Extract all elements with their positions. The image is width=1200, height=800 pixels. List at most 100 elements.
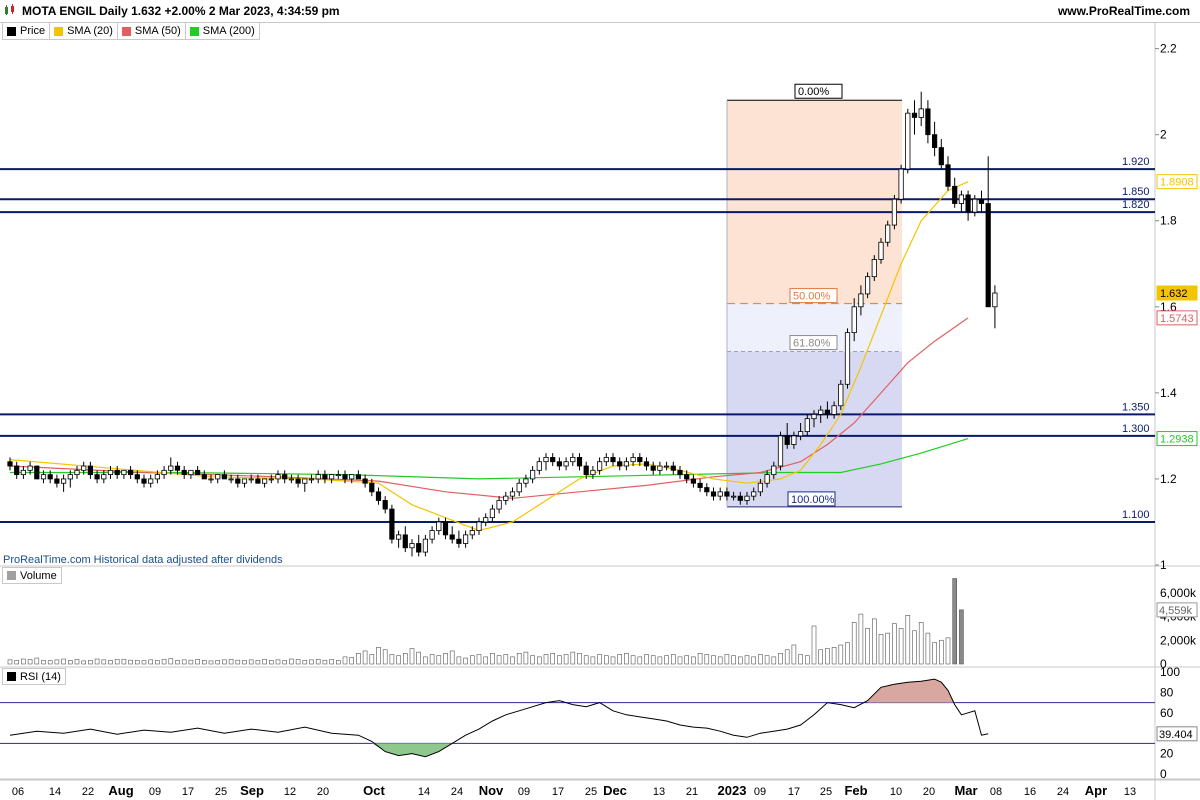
x-tick-label-Nov: Nov: [479, 783, 504, 798]
candle-body: [47, 474, 53, 480]
candle-body: [81, 465, 87, 471]
candle: [918, 91, 924, 127]
candle: [657, 461, 663, 475]
volume-bar: [610, 656, 616, 665]
axis-marker-1.2938: 1.2938: [1160, 434, 1194, 446]
volume-bar: [215, 660, 220, 665]
candle-body: [181, 469, 187, 476]
volume-bar: [469, 655, 475, 665]
volume-bar: [670, 654, 676, 665]
x-tick-label-13: 13: [653, 786, 665, 798]
axis-marker-1.5743: 1.5743: [1160, 313, 1194, 325]
x-tick-label-Sep: Sep: [240, 783, 264, 798]
price-tick-label-2: 2: [1160, 128, 1167, 142]
candle: [543, 453, 549, 471]
volume-bar: [490, 653, 495, 665]
volume-bar: [892, 623, 897, 665]
candle-body: [174, 465, 181, 471]
candle: [690, 474, 697, 488]
candle-body: [824, 409, 831, 415]
volume-bar: [925, 632, 931, 665]
candle-body: [978, 198, 985, 204]
volume-bar: [617, 654, 623, 665]
volume-bar: [945, 637, 951, 665]
candle-body: [556, 461, 563, 467]
x-tick-label-13: 13: [1124, 786, 1136, 798]
x-tick-label-10: 10: [890, 786, 902, 798]
volume-bar: [691, 656, 696, 665]
volume-bar: [557, 655, 562, 665]
candle-body: [375, 491, 382, 501]
volume-bar: [423, 656, 428, 665]
candle: [985, 156, 991, 308]
candle-body: [670, 465, 676, 471]
candle: [965, 190, 971, 221]
candle: [87, 461, 93, 479]
candle-body: [442, 521, 449, 536]
candle-body: [228, 478, 234, 481]
volume-bar: [34, 657, 40, 665]
x-tick-label-09: 09: [149, 786, 161, 798]
volume-bar: [27, 659, 33, 665]
candle: [328, 474, 335, 484]
x-tick-label-09: 09: [518, 786, 530, 798]
candle: [402, 526, 408, 553]
candle-body: [201, 474, 207, 480]
volume-bar: [356, 653, 361, 665]
volume-bar: [181, 659, 187, 665]
candle-body: [731, 495, 737, 498]
volume-bar: [530, 655, 535, 665]
chart-canvas[interactable]: 0.00%50.00%61.80%100.00%1.9201.8501.8201…: [0, 0, 1200, 800]
candle-body: [248, 478, 254, 481]
x-tick-label-Mar: Mar: [954, 783, 977, 798]
candle: [496, 496, 502, 514]
volume-bar: [68, 660, 73, 665]
volume-bar: [583, 655, 589, 665]
volume-bar: [865, 628, 870, 665]
candle-body: [891, 198, 898, 226]
volume-panel-label[interactable]: Volume: [2, 567, 62, 584]
candle-body: [530, 469, 536, 480]
candle-body: [7, 461, 13, 467]
candle-body: [349, 474, 355, 480]
candle-body: [134, 474, 140, 480]
rsi-panel-label[interactable]: RSI (14): [2, 668, 66, 685]
price-tick-label-1.8: 1.8: [1160, 214, 1177, 228]
volume-bar: [791, 644, 797, 665]
candle-body: [844, 332, 851, 385]
volume-bar: [21, 658, 26, 665]
volume-bar: [248, 659, 254, 665]
candle-body: [878, 241, 884, 260]
volume-bar: [912, 630, 917, 665]
candle: [623, 457, 630, 471]
rsi-marker-label: 39.404: [1159, 729, 1193, 741]
x-tick-label-14: 14: [49, 786, 61, 798]
fib-label-100.00%: 100.00%: [791, 494, 835, 506]
candle: [556, 457, 563, 471]
candle-body: [597, 461, 603, 471]
price-tick-label-2.2: 2.2: [1160, 42, 1177, 56]
candle: [972, 194, 978, 217]
candle: [664, 461, 670, 471]
candle-body: [54, 478, 60, 484]
x-tick-label-24: 24: [451, 786, 463, 798]
candle-body: [389, 508, 395, 540]
candle-body: [958, 194, 965, 204]
candle-body: [282, 474, 288, 480]
candle: [938, 138, 944, 170]
candle: [429, 526, 435, 544]
candle: [489, 504, 496, 522]
candle-body: [215, 474, 221, 480]
candle: [717, 487, 723, 501]
x-tick-label-08: 08: [990, 786, 1002, 798]
volume-bar: [436, 655, 442, 665]
x-tick-label-Apr: Apr: [1085, 783, 1107, 798]
candle: [201, 470, 207, 480]
axis-marker-1.8908: 1.8908: [1160, 177, 1194, 189]
candle-body: [315, 474, 321, 480]
volume-bar: [704, 654, 710, 665]
candle: [188, 469, 194, 479]
level-label-1.920: 1.920: [1122, 156, 1150, 168]
candle-body: [127, 469, 134, 476]
candle-body: [623, 461, 630, 467]
